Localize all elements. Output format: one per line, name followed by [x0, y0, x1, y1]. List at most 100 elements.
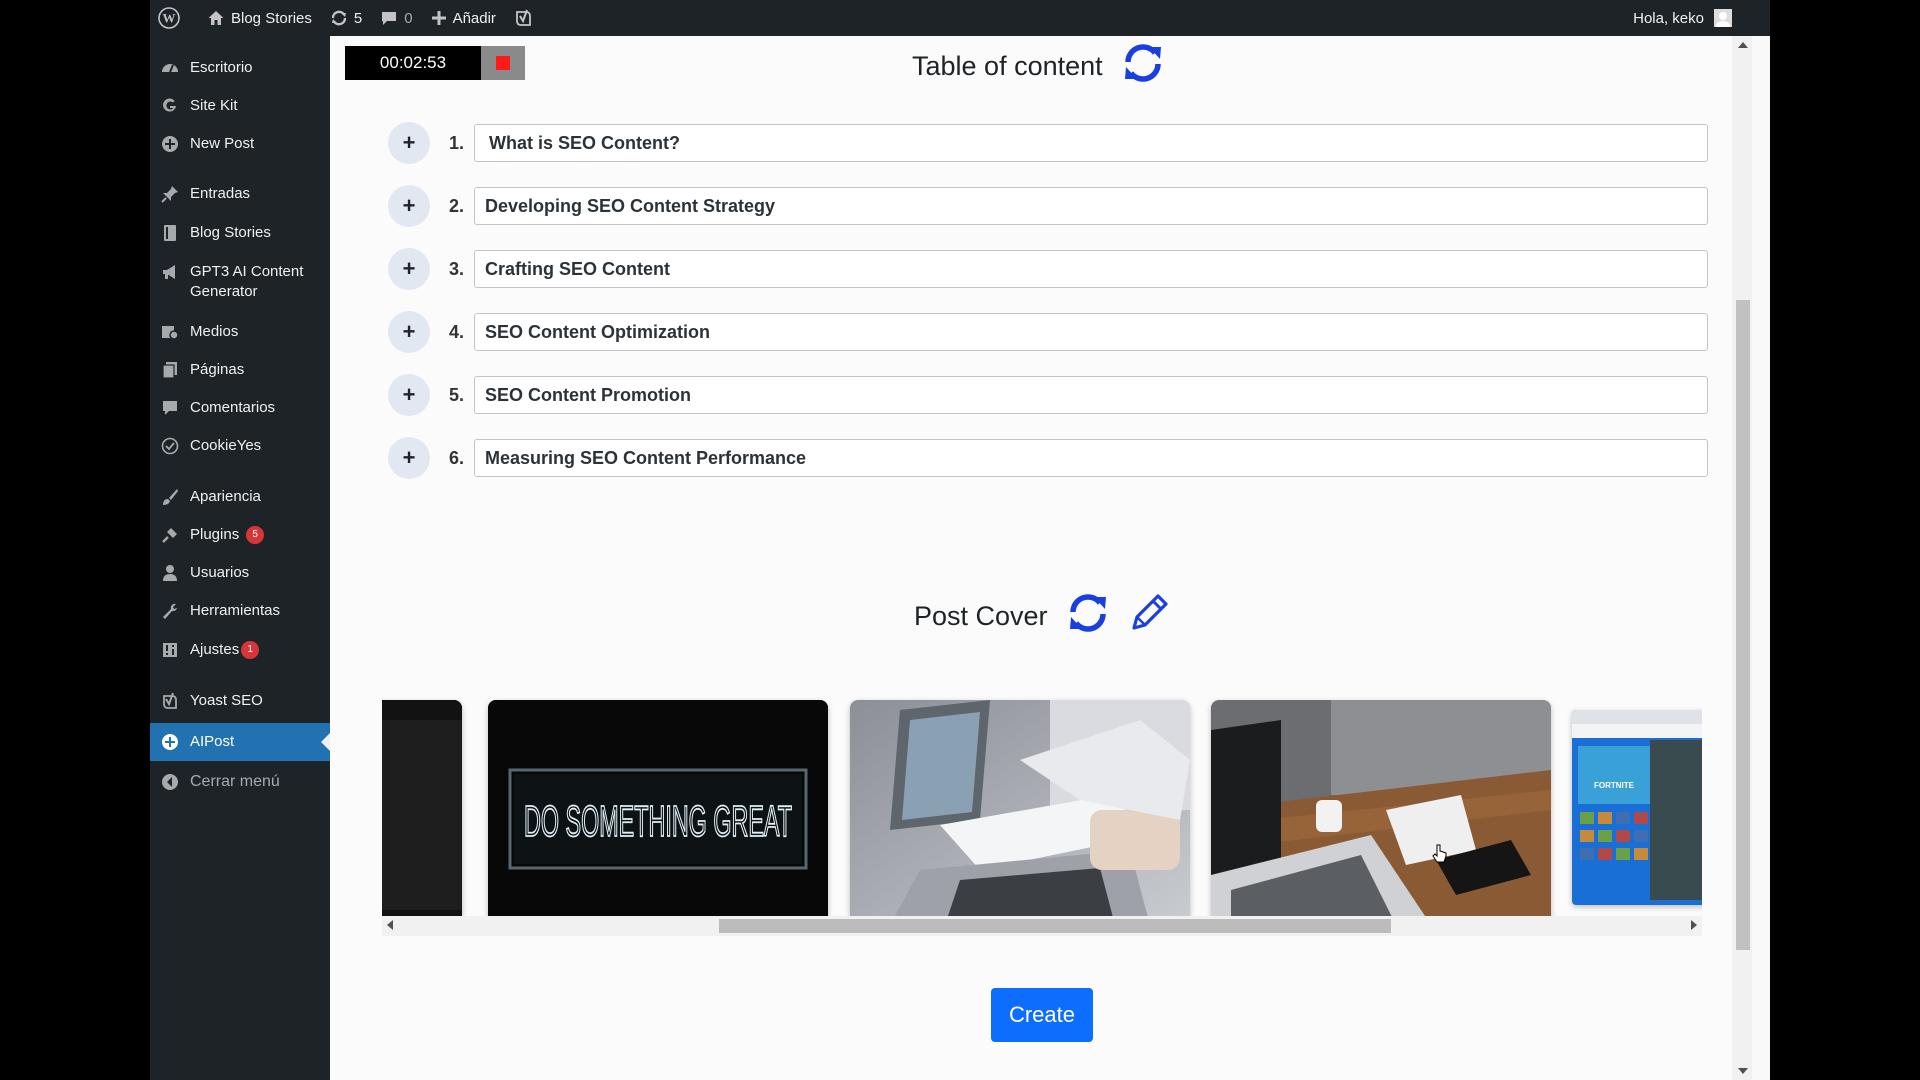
book-icon [160, 223, 180, 243]
sidebar-item-cookieyes[interactable]: CookieYes [150, 436, 330, 456]
sidebar-item-site-kit[interactable]: Site Kit [150, 96, 330, 116]
site-name-link[interactable]: Blog Stories [198, 0, 321, 36]
sidebar-item-comentarios[interactable]: Comentarios [150, 398, 330, 418]
scroll-right-arrow[interactable] [1691, 920, 1697, 930]
sidebar-item-label: Herramientas [190, 602, 281, 619]
cover-image-option[interactable] [382, 700, 462, 925]
avatar[interactable] [1714, 9, 1732, 27]
sidebar-item-label: New Post [190, 135, 255, 152]
sidebar-item-yoast[interactable]: Yoast SEO [150, 691, 330, 711]
sidebar-item-new-post[interactable]: New Post [150, 134, 330, 154]
user-greeting[interactable]: Hola, keko [1633, 10, 1704, 27]
add-new-link[interactable]: Añadir [422, 0, 505, 36]
scroll-left-arrow[interactable] [387, 920, 393, 930]
stop-recording-button[interactable] [481, 46, 525, 80]
sidebar-item-label: Comentarios [190, 399, 276, 416]
sidebar-item-label: Medios [190, 323, 239, 340]
toc-item-number: 2. [448, 195, 464, 216]
sidebar-item-label: Apariencia [190, 488, 261, 505]
sidebar-item-usuarios[interactable]: Usuarios [150, 563, 330, 583]
sidebar-item-plugins[interactable]: Plugins 5 [150, 525, 330, 545]
ajustes-update-badge: 1 [241, 641, 260, 660]
sidebar-item-medios[interactable]: Medios [150, 322, 330, 342]
toc-item: + 5. [388, 372, 1708, 418]
sidebar-item-ajustes[interactable]: Ajustes 1 [150, 640, 330, 660]
comments-link[interactable]: 0 [371, 0, 421, 36]
toc-item-number: 1. [448, 132, 464, 153]
sidebar-item-label: Plugins 5 [190, 525, 265, 545]
cover-image-option[interactable]: DO SOMETHING GREAT [488, 700, 828, 925]
user-icon [160, 563, 180, 583]
pages-icon [160, 360, 180, 380]
sidebar-item-label: Yoast SEO [190, 692, 263, 709]
dashboard-icon [160, 58, 180, 78]
media-icon [160, 322, 180, 342]
toc-title: Table of content [912, 51, 1103, 81]
plug-icon [160, 525, 180, 545]
add-section-button[interactable]: + [388, 437, 430, 479]
cover-image-option[interactable] [850, 700, 1190, 925]
toc-item-input[interactable] [474, 376, 1708, 414]
screen-recorder-overlay: 00:02:53 [345, 46, 525, 80]
toc-item-input[interactable] [474, 124, 1708, 162]
pencil-icon[interactable] [1126, 590, 1172, 643]
collapse-menu-button[interactable]: Cerrar menú [150, 772, 330, 792]
sidebar-item-label: Entradas [190, 185, 251, 202]
recording-timer: 00:02:53 [345, 46, 481, 80]
toc-item-number: 6. [448, 447, 464, 468]
comment-icon [382, 12, 397, 25]
post-cover-title: Post Cover [914, 601, 1048, 631]
page-vertical-scrollbar[interactable] [1732, 36, 1752, 1080]
add-section-button[interactable]: + [388, 185, 430, 227]
yoast-icon [160, 691, 180, 711]
sidebar-item-escritorio[interactable]: Escritorio [150, 58, 330, 82]
scroll-down-arrow[interactable] [1738, 1068, 1748, 1074]
stop-icon [496, 56, 510, 70]
cover-gallery[interactable]: DO SOMETHING GREAT FORTNITE [382, 664, 1702, 934]
add-section-button[interactable]: + [388, 311, 430, 353]
game-title-text: FORTNITE [1594, 781, 1635, 790]
toc-item-input[interactable] [474, 187, 1708, 225]
toc-item-number: 3. [448, 258, 464, 279]
toc-item-input[interactable] [474, 313, 1708, 351]
updates-link[interactable]: 5 [321, 0, 371, 36]
sidebar-item-label: GPT3 AI Content Generator [190, 263, 304, 300]
add-section-button[interactable]: + [388, 248, 430, 290]
sidebar-item-paginas[interactable]: Páginas [150, 360, 330, 380]
sidebar-item-entradas[interactable]: Entradas [150, 184, 330, 204]
toc-item-number: 4. [448, 321, 464, 342]
scroll-up-arrow[interactable] [1738, 42, 1748, 48]
yoast-icon[interactable] [505, 0, 549, 36]
wrench-icon [160, 601, 180, 621]
refresh-icon [331, 10, 347, 26]
plus-circle-icon [160, 732, 180, 752]
toc-item-input[interactable] [474, 439, 1708, 477]
comments-count: 0 [404, 9, 413, 27]
cover-image-option[interactable]: FORTNITE [1572, 710, 1702, 905]
plugins-label: Plugins [190, 526, 240, 543]
sidebar-item-blog-stories[interactable]: Blog Stories [150, 223, 330, 243]
sidebar-item-herramientas[interactable]: Herramientas [150, 601, 330, 621]
sidebar-item-label: Cerrar menú [190, 773, 280, 790]
gallery-horizontal-scrollbar[interactable] [382, 916, 1702, 936]
sidebar-item-label: Usuarios [190, 564, 250, 581]
sidebar-item-label: Escritorio [190, 59, 253, 76]
sidebar-item-aipost[interactable]: AIPost [150, 723, 330, 761]
sidebar-item-gpt3[interactable]: GPT3 AI Content Generator [150, 262, 330, 302]
sidebar-item-label: Site Kit [190, 97, 238, 114]
add-section-button[interactable]: + [388, 374, 430, 416]
megaphone-icon [160, 262, 180, 282]
plugins-update-badge: 5 [246, 526, 265, 545]
scrollbar-thumb[interactable] [1736, 300, 1750, 950]
sidebar-item-apariencia[interactable]: Apariencia [150, 487, 330, 507]
cover-image-option[interactable] [1211, 700, 1551, 925]
add-new-label: Añadir [452, 9, 496, 27]
toc-item: + 1. [388, 120, 1708, 166]
wordpress-logo-icon[interactable]: W [150, 0, 198, 36]
refresh-icon[interactable] [1121, 42, 1165, 91]
toc-item-input[interactable] [474, 250, 1708, 288]
create-button[interactable]: Create [991, 988, 1093, 1042]
scrollbar-thumb[interactable] [719, 919, 1391, 933]
add-section-button[interactable]: + [388, 122, 430, 164]
refresh-icon[interactable] [1066, 592, 1110, 641]
